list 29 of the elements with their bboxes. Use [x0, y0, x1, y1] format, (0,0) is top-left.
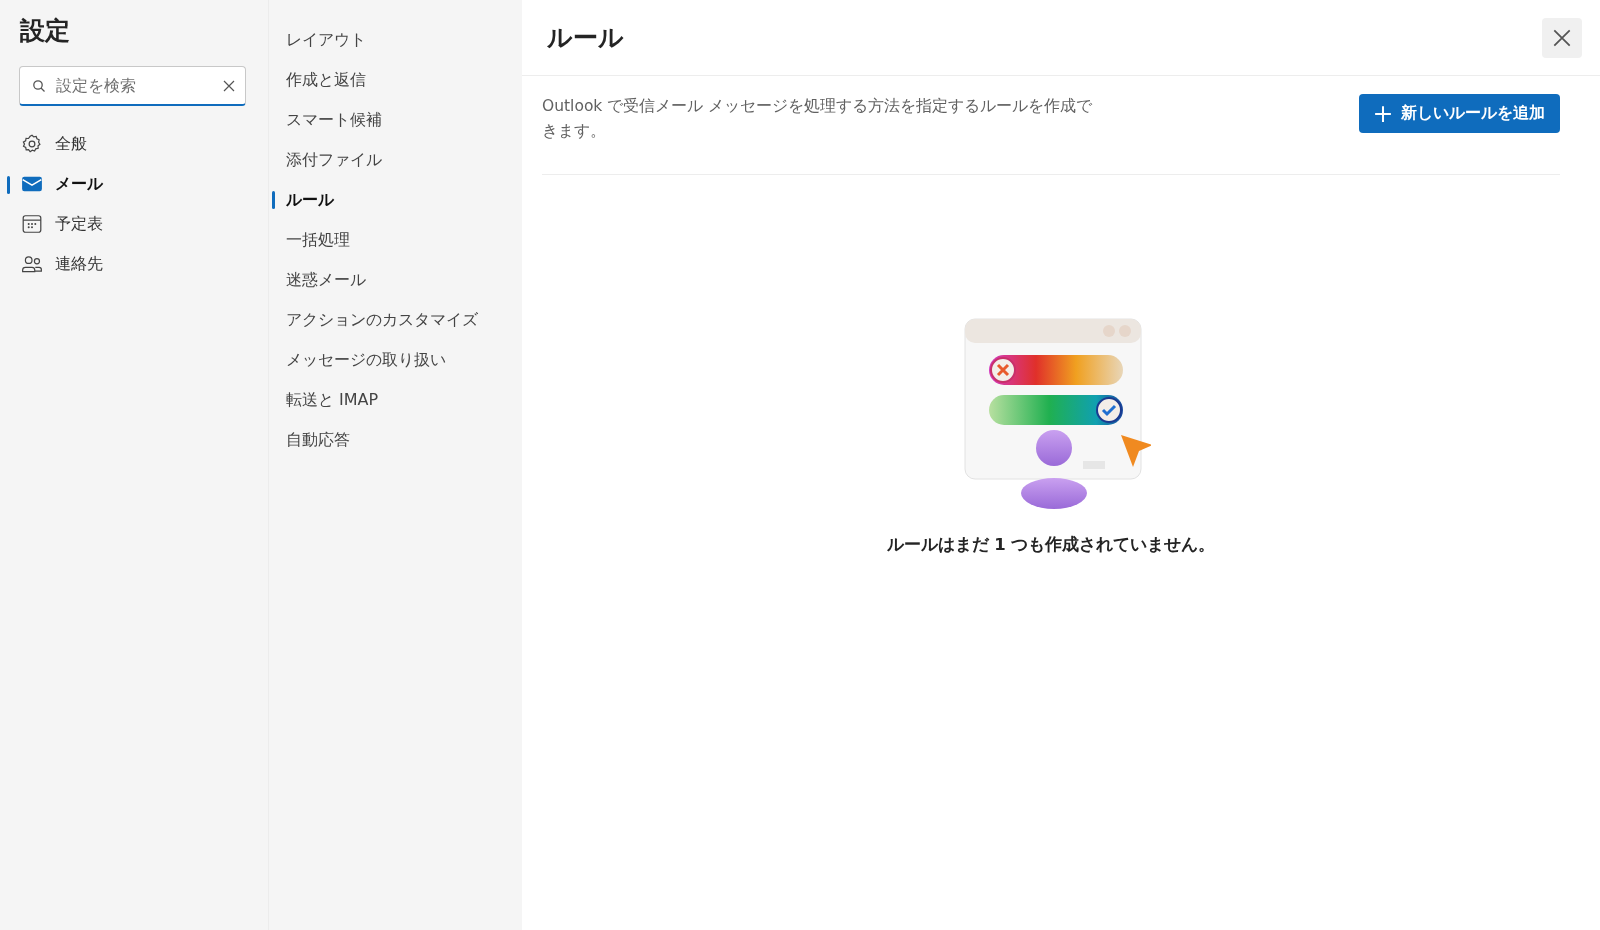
search-icon	[32, 78, 46, 93]
subnav-item[interactable]: 添付ファイル	[269, 140, 522, 180]
sidebar-item[interactable]: 予定表	[0, 204, 268, 244]
sidebar-item[interactable]: 全般	[0, 124, 268, 164]
gear-icon	[21, 133, 43, 155]
clear-icon[interactable]	[223, 79, 235, 92]
description-text: Outlook で受信メール メッセージを処理する方法を指定するルールを作成できます。	[542, 96, 1094, 142]
subnav-item[interactable]: 転送と IMAP	[269, 380, 522, 420]
subnav-item[interactable]: スマート候補	[269, 100, 522, 140]
empty-state-message: ルールはまだ 1 つも作成されていません。	[886, 534, 1216, 556]
page-title: ルール	[547, 22, 624, 54]
search-input[interactable]: 設定を検索	[54, 75, 215, 96]
people-icon	[21, 253, 43, 275]
search-box[interactable]: 設定を検索	[19, 66, 246, 106]
plus-icon	[1374, 104, 1392, 123]
settings-title: 設定	[20, 15, 71, 47]
subnav-item[interactable]: 自動応答	[269, 420, 522, 460]
subnav-item[interactable]: 迷惑メール	[269, 260, 522, 300]
subnav-item[interactable]: 作成と返信	[269, 60, 522, 100]
subnav-item[interactable]: レイアウト	[269, 20, 522, 60]
subnav-item[interactable]: 一括処理	[269, 220, 522, 260]
close-button[interactable]	[1542, 17, 1582, 58]
subnav-item[interactable]: メッセージの取り扱い	[269, 340, 522, 380]
calendar-icon	[21, 213, 43, 235]
add-rule-button[interactable]: 新しいルールを追加	[1359, 94, 1560, 133]
subnav-item[interactable]: ルール	[269, 180, 522, 220]
sidebar-item[interactable]: 連絡先	[0, 244, 268, 284]
subnav-item[interactable]: アクションのカスタマイズ	[269, 300, 522, 340]
sidebar-item[interactable]: メール	[0, 164, 268, 204]
